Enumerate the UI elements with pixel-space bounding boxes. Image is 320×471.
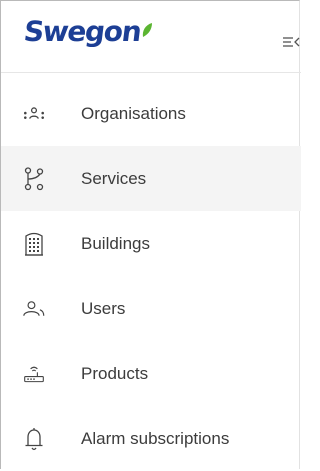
sidebar-item-label: Products (81, 363, 149, 383)
brand-name: Swegon (22, 15, 143, 48)
sidebar-item-buildings[interactable]: Buildings (1, 211, 301, 276)
organisations-icon (23, 103, 45, 125)
services-icon (23, 166, 45, 190)
sidebar-nav: Organisations Services Buildings Users P… (1, 81, 301, 471)
sidebar-item-services[interactable]: Services (1, 146, 301, 211)
sidebar-item-label: Alarm subscriptions (81, 428, 230, 448)
sidebar-header: Swegon (1, 1, 301, 73)
sidebar-panel: Swegon Organisations Services Buildings … (0, 0, 301, 471)
sidebar-item-label: Users (81, 298, 126, 318)
sidebar-item-users[interactable]: Users (1, 276, 301, 341)
users-icon (23, 298, 45, 320)
leaf-icon (143, 23, 153, 37)
sidebar-item-alarm-subscriptions[interactable]: Alarm subscriptions (1, 406, 301, 471)
sidebar-item-label: Buildings (81, 233, 150, 253)
sidebar-item-label: Services (81, 168, 147, 188)
building-icon (23, 232, 45, 256)
router-icon (23, 363, 45, 385)
bell-icon (23, 427, 45, 450)
sidebar-item-organisations[interactable]: Organisations (1, 81, 301, 146)
sidebar-item-products[interactable]: Products (1, 341, 301, 406)
menu-collapse-icon[interactable] (280, 35, 301, 49)
brand-logo[interactable]: Swegon (22, 15, 153, 48)
sidebar-item-label: Organisations (81, 103, 186, 123)
